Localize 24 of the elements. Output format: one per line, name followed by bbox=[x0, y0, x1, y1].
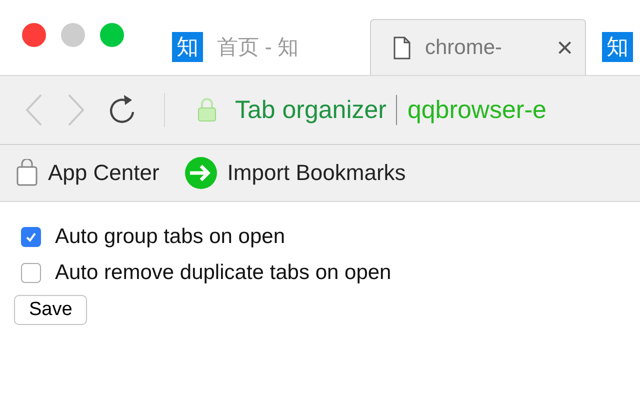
tab-title: chrome- bbox=[425, 36, 504, 60]
shopping-bag-icon bbox=[16, 159, 38, 187]
save-button[interactable]: Save bbox=[14, 295, 88, 325]
site-favicon: 知 bbox=[602, 32, 633, 62]
checkmark-icon bbox=[24, 230, 38, 244]
browser-tab[interactable]: 知 bbox=[586, 19, 633, 75]
close-tab-button[interactable]: × bbox=[556, 32, 573, 64]
checkbox[interactable] bbox=[21, 227, 41, 247]
site-name: Tab organizer bbox=[235, 96, 386, 124]
option-label: Auto remove duplicate tabs on open bbox=[55, 261, 392, 285]
arrow-circle-icon bbox=[185, 157, 218, 189]
bookmark-item[interactable]: App Center bbox=[16, 159, 160, 187]
browser-tab[interactable]: chrome- × bbox=[370, 19, 586, 75]
bookmark-item[interactable]: Import Bookmarks bbox=[185, 157, 406, 189]
checkbox[interactable] bbox=[21, 263, 41, 283]
option-label: Auto group tabs on open bbox=[55, 225, 286, 249]
close-button[interactable] bbox=[22, 23, 46, 47]
site-favicon: 知 bbox=[172, 32, 203, 62]
browser-tab[interactable]: 知 首页 - 知 bbox=[150, 19, 370, 75]
lock-icon bbox=[197, 97, 217, 123]
zoom-button[interactable] bbox=[100, 23, 124, 47]
document-icon bbox=[393, 36, 411, 60]
tab-title: 首页 - 知 bbox=[217, 35, 300, 61]
minimize-button[interactable] bbox=[61, 23, 85, 47]
